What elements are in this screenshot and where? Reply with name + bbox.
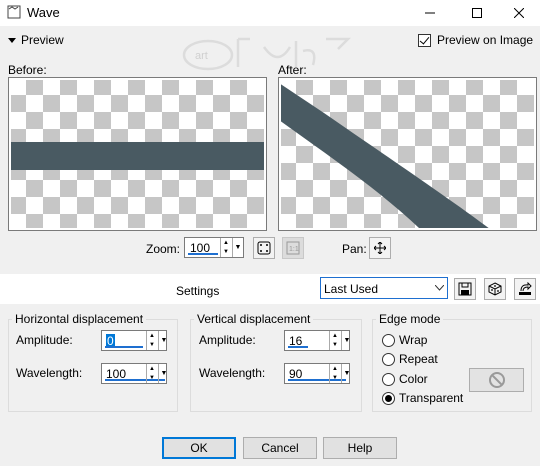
reset-icon xyxy=(519,282,532,295)
zoom-fit-button[interactable] xyxy=(253,237,275,259)
radio-repeat[interactable]: Repeat xyxy=(382,352,438,366)
maximize-button[interactable] xyxy=(455,0,499,26)
v-wavelength-label: Wavelength: xyxy=(199,366,266,380)
spin-down-icon[interactable]: ▼ xyxy=(221,248,231,258)
zoom-spinner[interactable]: ▲ ▼ xyxy=(220,238,231,257)
minimize-button[interactable] xyxy=(408,0,452,26)
save-preset-button[interactable] xyxy=(454,278,476,300)
after-label: After: xyxy=(278,63,307,77)
horizontal-displacement-group: Horizontal displacement xyxy=(8,312,178,412)
preset-dropdown[interactable]: Last Used xyxy=(320,277,448,299)
collapse-triangle-icon xyxy=(8,37,16,43)
move-icon xyxy=(374,242,386,254)
randomize-icon xyxy=(488,282,502,296)
zoom-fit-icon xyxy=(257,241,271,255)
svg-text:1:1: 1:1 xyxy=(289,246,299,253)
pan-button[interactable] xyxy=(369,237,391,259)
v-wavelength-input[interactable]: 90 ▲ ▼ ▼ xyxy=(284,363,350,384)
v-wavelength-slider-arrow[interactable]: ▼ xyxy=(341,364,352,383)
preview-on-image-checkbox[interactable]: Preview on Image xyxy=(418,33,533,47)
before-label: Before: xyxy=(8,63,47,77)
h-wavelength-spinner[interactable]: ▲ ▼ xyxy=(146,364,157,383)
actual-size-button[interactable]: 1:1 xyxy=(282,237,304,259)
minimize-icon xyxy=(425,12,435,14)
close-icon xyxy=(514,8,524,18)
close-button[interactable] xyxy=(497,0,540,26)
preview-label: Preview xyxy=(21,33,64,47)
actual-size-icon: 1:1 xyxy=(286,241,300,255)
radio-unchecked-icon xyxy=(382,372,395,386)
radio-transparent-label: Transparent xyxy=(399,391,464,405)
before-preview[interactable] xyxy=(8,77,267,231)
pane-border xyxy=(9,78,266,230)
radio-wrap[interactable]: Wrap xyxy=(382,333,427,347)
maximize-icon xyxy=(472,8,482,18)
preview-on-image-label: Preview on Image xyxy=(437,33,534,47)
focus-underline xyxy=(288,346,308,348)
radio-unchecked-icon xyxy=(382,333,395,347)
window-title: Wave xyxy=(27,5,60,20)
pan-label: Pan: xyxy=(342,242,367,256)
spin-down-icon[interactable]: ▼ xyxy=(147,341,157,351)
watermark-logo: art xyxy=(182,37,352,71)
radio-transparent[interactable]: Transparent xyxy=(382,391,463,405)
ok-button[interactable]: OK xyxy=(162,437,236,459)
v-amplitude-spinner[interactable]: ▲ ▼ xyxy=(329,331,340,350)
reset-button[interactable] xyxy=(514,278,536,300)
spin-up-icon[interactable]: ▲ xyxy=(147,331,157,341)
h-amplitude-label: Amplitude: xyxy=(16,333,73,347)
spin-down-icon[interactable]: ▼ xyxy=(147,374,157,384)
h-wavelength-input[interactable]: 100 ▲ ▼ ▼ xyxy=(101,363,167,384)
preset-value: Last Used xyxy=(324,282,379,296)
chevron-down-icon xyxy=(431,278,447,298)
v-amplitude-input[interactable]: 16 ▲ ▼ ▼ xyxy=(284,330,350,351)
spin-up-icon[interactable]: ▲ xyxy=(221,238,231,248)
spin-up-icon[interactable]: ▲ xyxy=(147,364,157,374)
radio-color[interactable]: Color xyxy=(382,372,428,386)
radio-repeat-label: Repeat xyxy=(399,352,438,366)
svg-text:art: art xyxy=(195,50,208,62)
h-wavelength-slider-arrow[interactable]: ▼ xyxy=(158,364,169,383)
pane-border xyxy=(279,78,536,230)
vertical-displacement-group: Vertical displacement xyxy=(190,312,362,412)
zoom-input[interactable]: 100 ▲ ▼ ▼ xyxy=(184,237,244,258)
horizontal-displacement-legend: Horizontal displacement xyxy=(15,312,144,326)
checkbox-checked-icon xyxy=(418,33,431,47)
focus-underline xyxy=(105,346,143,348)
radio-wrap-label: Wrap xyxy=(399,333,428,347)
v-amplitude-slider-arrow[interactable]: ▼ xyxy=(341,331,352,350)
after-preview[interactable] xyxy=(278,77,537,231)
v-amplitude-label: Amplitude: xyxy=(199,333,256,347)
app-icon xyxy=(7,5,21,19)
spin-down-icon[interactable]: ▼ xyxy=(330,341,340,351)
help-button[interactable]: Help xyxy=(323,437,397,459)
no-color-icon xyxy=(488,372,505,388)
h-wavelength-label: Wavelength: xyxy=(16,366,83,380)
vertical-displacement-legend: Vertical displacement xyxy=(197,312,311,326)
radio-unchecked-icon xyxy=(382,352,395,366)
v-wavelength-spinner[interactable]: ▲ ▼ xyxy=(329,364,340,383)
h-amplitude-input[interactable]: 0 ▲ ▼ ▼ xyxy=(101,330,167,351)
focus-underline xyxy=(188,253,218,255)
h-amplitude-spinner[interactable]: ▲ ▼ xyxy=(146,331,157,350)
spin-up-icon[interactable]: ▲ xyxy=(330,364,340,374)
zoom-label: Zoom: xyxy=(146,242,181,256)
settings-label: Settings xyxy=(176,284,220,298)
edge-color-swatch[interactable] xyxy=(469,368,524,392)
randomize-button[interactable] xyxy=(484,278,506,300)
radio-checked-icon xyxy=(382,391,395,405)
cancel-button[interactable]: Cancel xyxy=(243,437,317,459)
spin-up-icon[interactable]: ▲ xyxy=(330,331,340,341)
spin-down-icon[interactable]: ▼ xyxy=(330,374,340,384)
h-amplitude-slider-arrow[interactable]: ▼ xyxy=(158,331,169,350)
preview-toggle[interactable]: Preview xyxy=(8,33,64,47)
edge-mode-legend: Edge mode xyxy=(379,312,441,326)
zoom-dropdown-arrow[interactable]: ▼ xyxy=(232,238,243,257)
save-preset-icon xyxy=(458,282,472,296)
radio-color-label: Color xyxy=(399,372,428,386)
